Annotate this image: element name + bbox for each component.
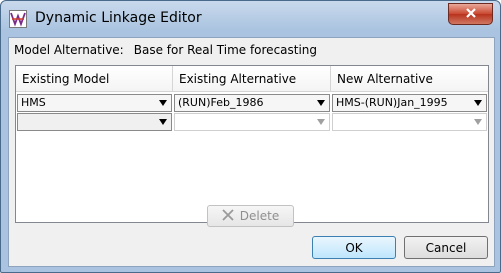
title-bar[interactable]: Dynamic Linkage Editor xyxy=(1,1,500,37)
delete-button-label: Delete xyxy=(239,209,280,223)
column-header-new-alternative[interactable]: New Alternative xyxy=(331,66,488,92)
new-alternative-cell: HMS-(RUN)Jan_1995 xyxy=(331,94,488,112)
dropdown-arrow-icon xyxy=(159,100,167,106)
close-icon xyxy=(465,7,477,22)
model-alternative-row: Model Alternative: Base for Real Time for… xyxy=(14,43,317,57)
table-row: HMS (RUN)Feb_1986 HMS-(RUN)Jan_1995 xyxy=(16,94,488,112)
table-row xyxy=(16,113,488,131)
ok-button-label: OK xyxy=(345,240,363,255)
window-title: Dynamic Linkage Editor xyxy=(35,10,202,26)
existing-model-cell: HMS xyxy=(16,94,173,112)
existing-alternative-cell: (RUN)Feb_1986 xyxy=(173,94,331,112)
dropdown-arrow-icon xyxy=(474,100,482,106)
app-logo-icon xyxy=(9,10,27,28)
existing-alternative-cell xyxy=(173,113,331,131)
new-alternative-dropdown[interactable]: HMS-(RUN)Jan_1995 xyxy=(332,94,487,112)
delete-button[interactable]: Delete xyxy=(207,205,294,227)
new-alternative-cell xyxy=(331,113,488,131)
linkage-table: Existing Model Existing Alternative New … xyxy=(15,65,489,223)
model-alternative-value: Base for Real Time forecasting xyxy=(133,43,318,57)
existing-model-value: HMS xyxy=(21,96,46,109)
dialog-content: Model Alternative: Base for Real Time for… xyxy=(8,37,495,267)
dropdown-arrow-icon xyxy=(159,119,167,125)
existing-model-dropdown[interactable]: HMS xyxy=(17,94,172,112)
cancel-button-label: Cancel xyxy=(425,240,467,255)
table-header: Existing Model Existing Alternative New … xyxy=(16,66,488,92)
dialog-window: Dynamic Linkage Editor Model Alternative… xyxy=(0,0,501,273)
existing-model-cell xyxy=(16,113,173,131)
existing-alternative-value: (RUN)Feb_1986 xyxy=(178,96,264,109)
dropdown-arrow-icon xyxy=(317,100,325,106)
existing-alternative-dropdown[interactable]: (RUN)Feb_1986 xyxy=(174,94,330,112)
existing-alternative-dropdown[interactable] xyxy=(174,113,330,131)
model-alternative-label: Model Alternative: xyxy=(14,43,124,57)
column-header-existing-alternative[interactable]: Existing Alternative xyxy=(173,66,331,92)
new-alternative-value: HMS-(RUN)Jan_1995 xyxy=(336,96,448,109)
existing-model-dropdown[interactable] xyxy=(17,113,172,131)
dropdown-arrow-icon xyxy=(317,119,325,125)
column-header-existing-model[interactable]: Existing Model xyxy=(16,66,173,92)
ok-button[interactable]: OK xyxy=(312,236,396,259)
cancel-button[interactable]: Cancel xyxy=(404,236,488,259)
dropdown-arrow-icon xyxy=(474,119,482,125)
delete-x-icon xyxy=(222,208,234,224)
new-alternative-dropdown[interactable] xyxy=(332,113,487,131)
close-button[interactable] xyxy=(448,3,493,25)
